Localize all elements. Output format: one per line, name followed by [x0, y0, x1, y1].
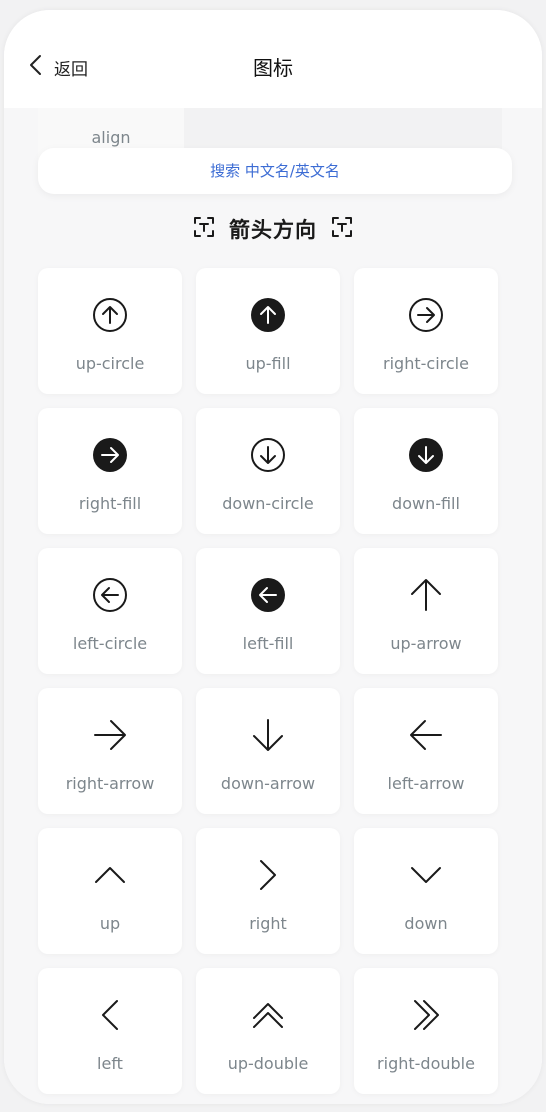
icon-card-label: up-arrow	[390, 634, 462, 653]
section-bracket-right-icon	[331, 216, 353, 242]
up-circle-icon	[91, 296, 129, 334]
icon-card-label: right-circle	[383, 354, 469, 373]
icon-card-label: down-arrow	[220, 774, 316, 793]
icon-card-label: left-fill	[242, 634, 294, 653]
icon-card-up-circle[interactable]: up-circle	[38, 268, 182, 394]
icon-card-label: right-arrow	[65, 774, 155, 793]
icon-card-right-fill[interactable]: right-fill	[38, 408, 182, 534]
icon-card-label: right	[249, 914, 287, 933]
up-icon	[91, 856, 129, 894]
icon-card-down-fill[interactable]: down-fill	[354, 408, 498, 534]
left-circle-icon	[91, 576, 129, 614]
icon-card-up[interactable]: up	[38, 828, 182, 954]
left-arrow-icon	[407, 716, 445, 754]
section-title: 箭头方向	[229, 218, 317, 242]
right-fill-icon	[91, 436, 129, 474]
icon-card-down[interactable]: down	[354, 828, 498, 954]
up-fill-icon	[249, 296, 287, 334]
up-arrow-icon	[407, 576, 445, 614]
icon-card-up-fill[interactable]: up-fill	[196, 268, 340, 394]
icon-card-up-arrow[interactable]: up-arrow	[354, 548, 498, 674]
right-icon	[249, 856, 287, 894]
icon-card-left-arrow[interactable]: left-arrow	[354, 688, 498, 814]
right-double-icon	[407, 996, 445, 1034]
icon-card-up-double[interactable]: up-double	[196, 968, 340, 1094]
icon-card-left-circle[interactable]: left-circle	[38, 548, 182, 674]
icon-card-label: left	[97, 1054, 123, 1073]
down-circle-icon	[249, 436, 287, 474]
navigation-bar: 返回 图标	[4, 10, 542, 108]
icon-card-right-double[interactable]: right-double	[354, 968, 498, 1094]
right-circle-icon	[407, 296, 445, 334]
section-header: 箭头方向	[4, 214, 542, 244]
left-icon	[91, 996, 129, 1034]
icon-card-label: right-fill	[78, 494, 142, 513]
right-arrow-icon	[91, 716, 129, 754]
down-arrow-icon	[249, 716, 287, 754]
up-double-icon	[249, 996, 287, 1034]
icon-card-down-arrow[interactable]: down-arrow	[196, 688, 340, 814]
icon-card-label: left-arrow	[387, 774, 465, 793]
icon-card-right-circle[interactable]: right-circle	[354, 268, 498, 394]
search-input[interactable]: 搜索 中文名/英文名	[38, 148, 512, 194]
icon-card-label: down-fill	[392, 494, 460, 513]
icon-card-label: down-circle	[222, 494, 314, 513]
icon-card-down-circle[interactable]: down-circle	[196, 408, 340, 534]
icon-card-left[interactable]: left	[38, 968, 182, 1094]
icon-card-label: right-double	[377, 1054, 475, 1073]
icon-card-label: up-fill	[245, 354, 291, 373]
left-fill-icon	[249, 576, 287, 614]
page-title: 图标	[253, 56, 293, 80]
section-bracket-left-icon	[193, 216, 215, 242]
down-icon	[407, 856, 445, 894]
down-fill-icon	[407, 436, 445, 474]
icon-list-content[interactable]: align 搜索 中文名/英文名 箭头方向 up-circle up-fill ri…	[4, 108, 542, 1104]
icon-card-label: down	[404, 914, 448, 933]
icon-card-label: up-double	[227, 1054, 309, 1073]
icon-card-label: left-circle	[72, 634, 148, 653]
icon-card-right-arrow[interactable]: right-arrow	[38, 688, 182, 814]
icon-card-right[interactable]: right	[196, 828, 340, 954]
phone-frame: 返回 图标 align 搜索 中文名/英文名 箭头方向 up-circle up-…	[4, 10, 542, 1104]
icon-card-label: up	[99, 914, 121, 933]
icon-card-label: align	[91, 128, 131, 147]
icon-card-label: up-circle	[75, 354, 145, 373]
icon-card-left-fill[interactable]: left-fill	[196, 548, 340, 674]
